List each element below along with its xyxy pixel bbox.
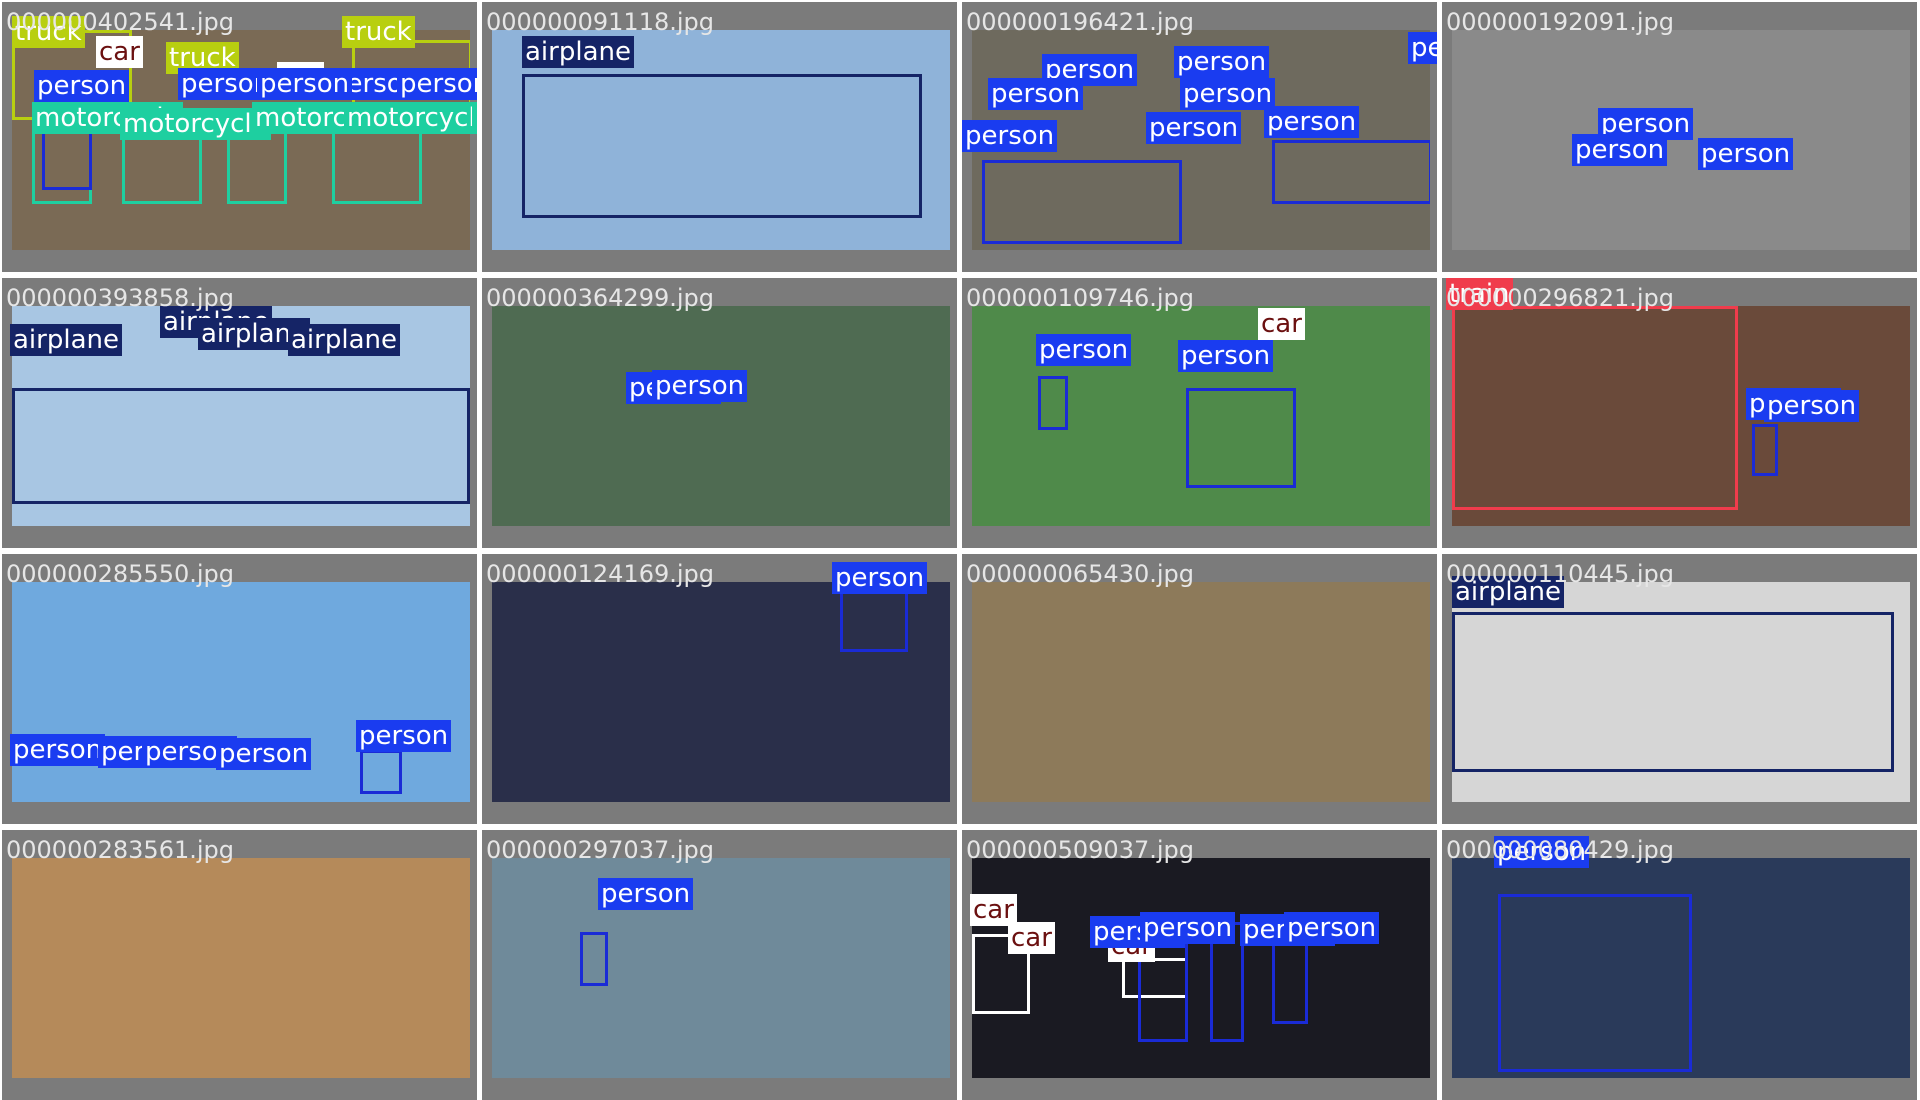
person-label: person xyxy=(397,68,477,100)
person-label: person xyxy=(1284,912,1380,944)
person-label: person xyxy=(1698,138,1794,170)
filename: 000000192091.jpg xyxy=(1446,8,1674,36)
tile-image xyxy=(492,306,950,526)
mosaic-grid: 000000402541.jpg truck car truck truck p… xyxy=(0,0,1920,1100)
airplane-box xyxy=(12,388,470,504)
person-box xyxy=(1498,894,1692,1072)
person-label: person xyxy=(1146,112,1242,144)
person-box xyxy=(1272,938,1308,1024)
tile-7: 000000109746.jpg car person person xyxy=(962,278,1437,548)
tile-5: 000000393858.jpg airplane airplane airpl… xyxy=(2,278,477,548)
train-box xyxy=(1452,306,1738,510)
filename: 000000297037.jpg xyxy=(486,836,714,864)
person-label: person xyxy=(1174,46,1270,78)
tile-1: 000000402541.jpg truck car truck truck p… xyxy=(2,2,477,272)
motorcycle-label: motorcycle xyxy=(472,102,477,134)
person-label: person xyxy=(34,70,130,102)
tile-image xyxy=(492,858,950,1078)
filename: 000000091118.jpg xyxy=(486,8,714,36)
motorcycle-label: motorcycle xyxy=(344,102,477,134)
tile-image xyxy=(12,30,470,250)
tile-image xyxy=(1452,30,1910,250)
person-label: person xyxy=(1180,78,1276,110)
person-label: person xyxy=(1140,912,1236,944)
person-box xyxy=(1186,388,1296,488)
person-box xyxy=(1272,140,1430,204)
tile-image xyxy=(492,582,950,802)
person-label: person xyxy=(1036,334,1132,366)
tile-image xyxy=(12,858,470,1078)
airplane-box xyxy=(522,74,922,218)
tile-9: 000000285550.jpg person person person pe… xyxy=(2,554,477,824)
person-label: person xyxy=(832,562,928,594)
truck-label: truck xyxy=(342,16,415,48)
airplane-label: airplane xyxy=(522,36,634,68)
filename: 000000509037.jpg xyxy=(966,836,1194,864)
person-box xyxy=(1038,376,1068,430)
person-box xyxy=(982,160,1182,244)
person-label: person xyxy=(652,370,748,402)
filename: 000000110445.jpg xyxy=(1446,560,1674,588)
tile-4: 000000192091.jpg person person person xyxy=(1442,2,1917,272)
tile-6: 000000364299.jpg person person xyxy=(482,278,957,548)
tile-3: 000000196421.jpg person person person pe… xyxy=(962,2,1437,272)
person-label: person xyxy=(257,68,353,100)
person-label: person xyxy=(598,878,694,910)
filename: 000000393858.jpg xyxy=(6,284,234,312)
tile-2: 000000091118.jpg airplane xyxy=(482,2,957,272)
person-box xyxy=(840,590,908,652)
person-label: person xyxy=(10,734,106,766)
car-label: car xyxy=(96,36,143,68)
person-label: person xyxy=(1264,106,1360,138)
filename: 000000296821.jpg xyxy=(1446,284,1674,312)
filename: 000000080429.jpg xyxy=(1446,836,1674,864)
tile-14: 000000297037.jpg person xyxy=(482,830,957,1100)
person-label: person xyxy=(216,738,312,770)
person-label: person xyxy=(1764,390,1860,422)
filename: 000000109746.jpg xyxy=(966,284,1194,312)
tile-10: 000000124169.jpg person xyxy=(482,554,957,824)
airplane-box xyxy=(1452,612,1894,772)
tile-image xyxy=(972,582,1430,802)
car-label: car xyxy=(1258,308,1305,340)
tile-13: 000000283561.jpg xyxy=(2,830,477,1100)
tile-8: 000000296821.jpg train person person xyxy=(1442,278,1917,548)
person-box xyxy=(580,932,608,986)
person-box xyxy=(360,750,402,794)
filename: 000000196421.jpg xyxy=(966,8,1194,36)
tile-15: 000000509037.jpg car car car person pers… xyxy=(962,830,1437,1100)
person-label: person xyxy=(1178,340,1274,372)
airplane-label: airplane xyxy=(288,324,400,356)
filename: 000000283561.jpg xyxy=(6,836,234,864)
person-label: person xyxy=(988,78,1084,110)
tile-image xyxy=(972,858,1430,1078)
person-box xyxy=(1752,424,1778,476)
tile-11: 000000065430.jpg xyxy=(962,554,1437,824)
car-label: car xyxy=(1008,922,1055,954)
person-label: person xyxy=(1408,32,1437,64)
filename: 000000364299.jpg xyxy=(486,284,714,312)
person-label: person xyxy=(356,720,452,752)
person-label: person xyxy=(962,120,1058,152)
tile-16: 000000080429.jpg person xyxy=(1442,830,1917,1100)
filename: 000000124169.jpg xyxy=(486,560,714,588)
tile-12: 000000110445.jpg airplane xyxy=(1442,554,1917,824)
filename: 000000402541.jpg xyxy=(6,8,234,36)
airplane-label: airplane xyxy=(10,324,122,356)
tile-image xyxy=(1452,858,1910,1078)
filename: 000000285550.jpg xyxy=(6,560,234,588)
filename: 000000065430.jpg xyxy=(966,560,1194,588)
person-label: person xyxy=(1572,134,1668,166)
motorcycle-label: motorcycle xyxy=(120,108,271,140)
tile-image xyxy=(1452,582,1910,802)
